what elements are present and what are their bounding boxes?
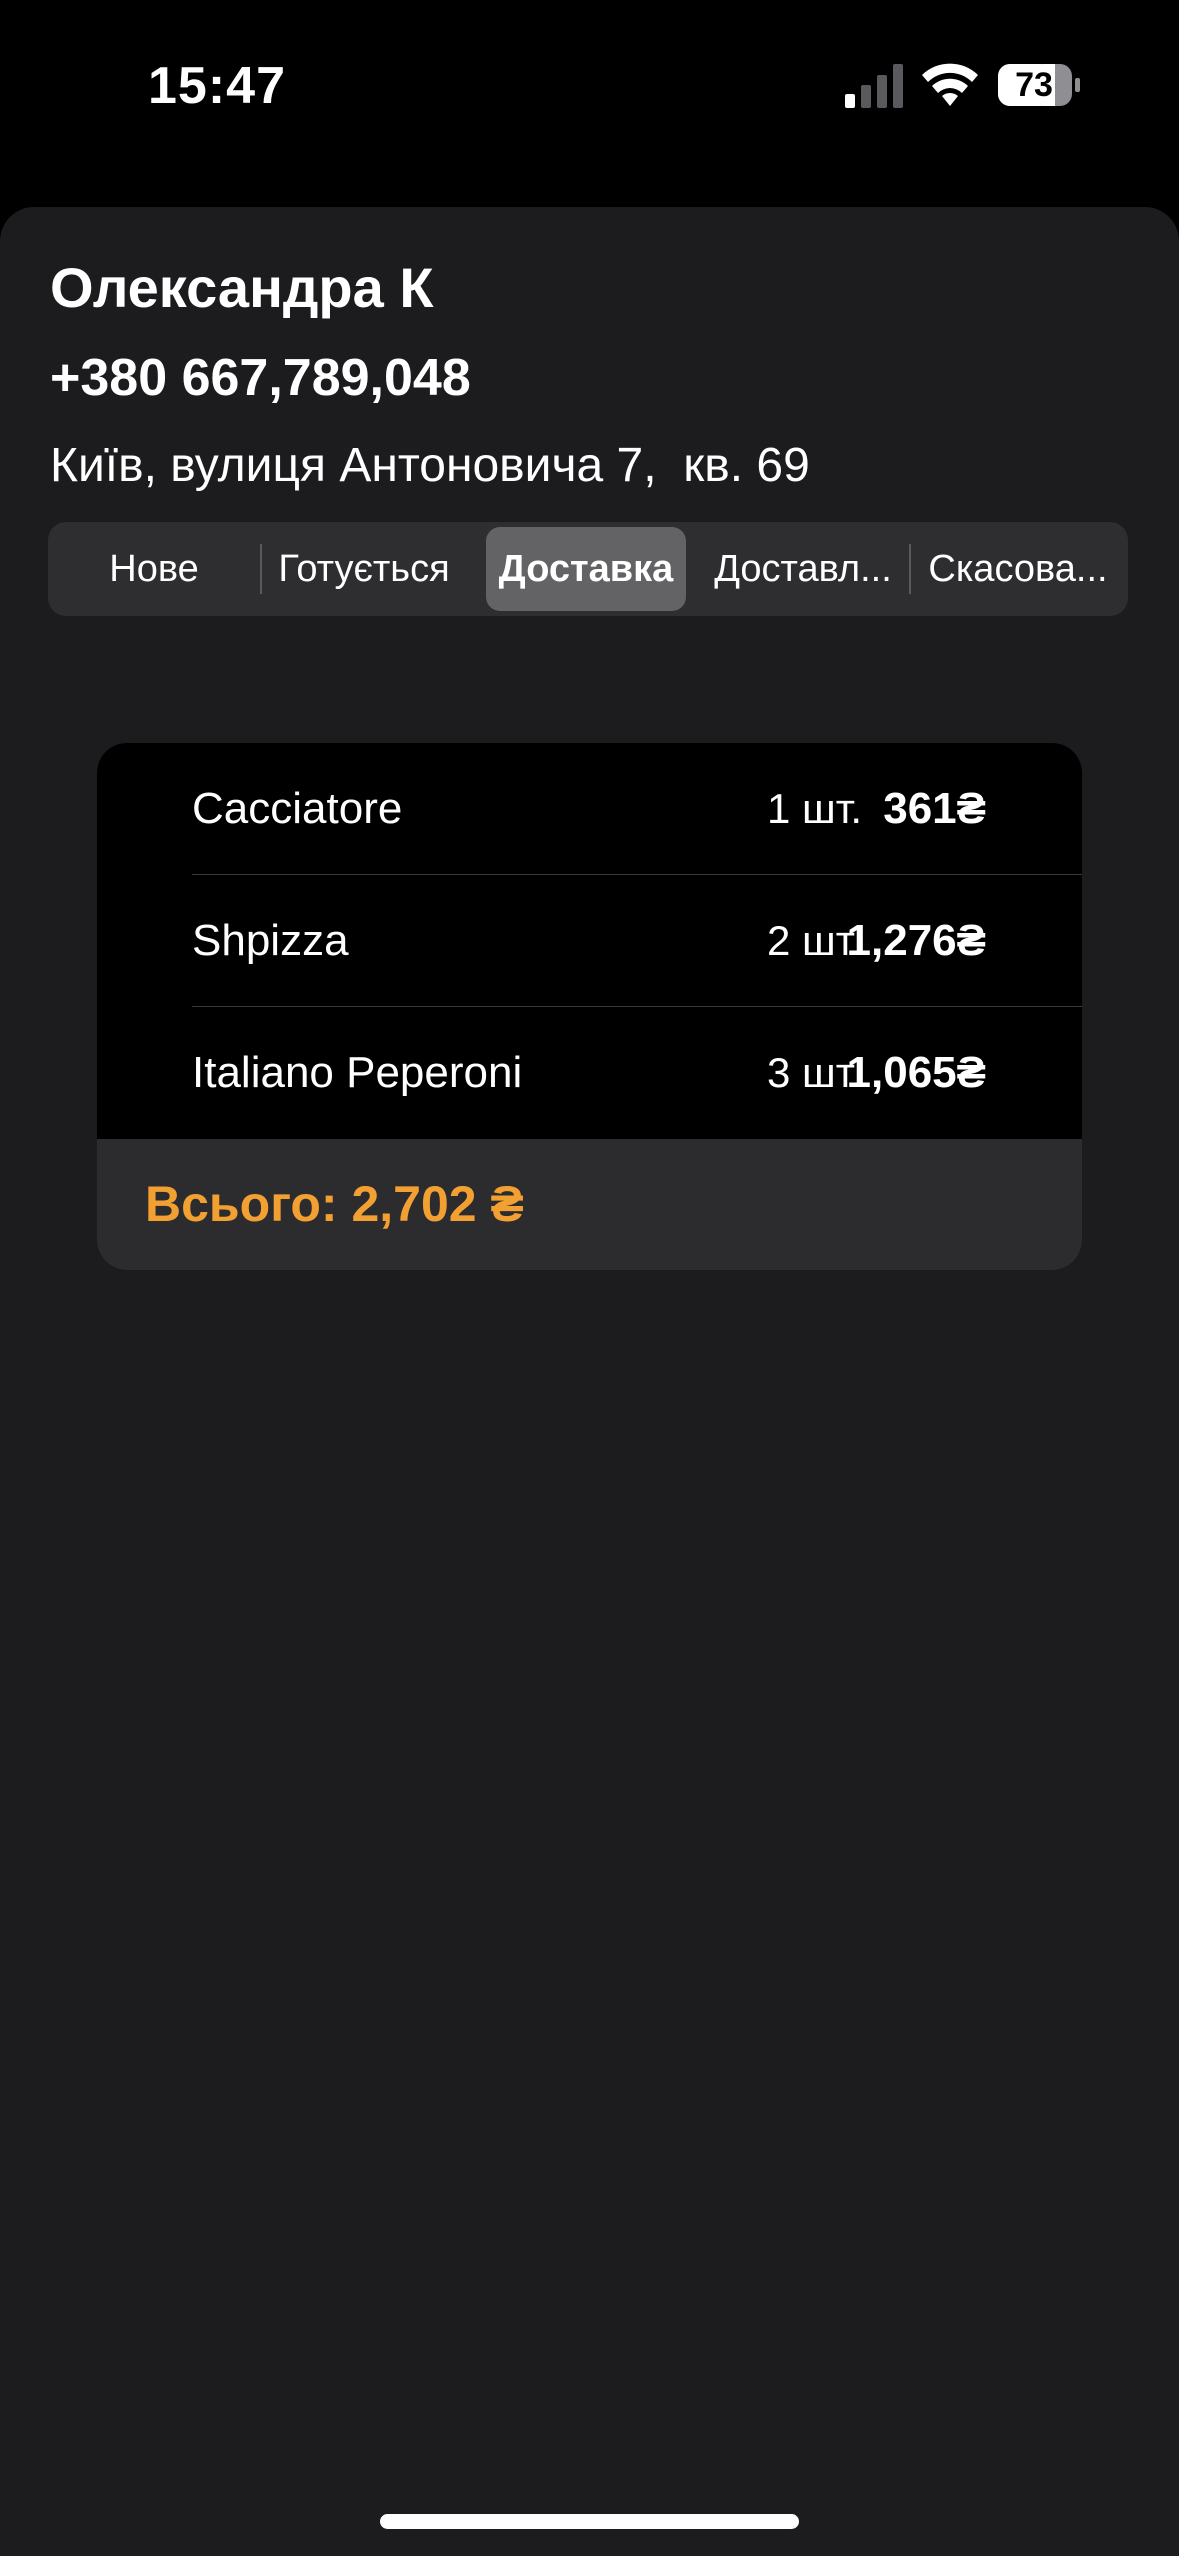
order-items-card: Cacciatore 1 шт. 361₴ Shpizza 2 шт. 1,27… <box>97 743 1082 1270</box>
segment-new[interactable]: Нове <box>56 527 252 611</box>
item-price: 1,065₴ <box>846 1048 986 1097</box>
order-status-segmented-control: Нове Готується Доставка Доставл... Скасо… <box>48 522 1128 616</box>
status-bar: 15:47 73 <box>0 0 1179 200</box>
customer-name: Олександра К <box>50 256 434 319</box>
segment-divider <box>909 544 911 594</box>
order-item-row: Cacciatore 1 шт. 361₴ <box>97 743 1082 875</box>
order-item-row: Shpizza 2 шт. 1,276₴ <box>97 875 1082 1007</box>
item-name: Italiano Peperoni <box>192 1048 523 1097</box>
home-indicator[interactable] <box>380 2514 799 2529</box>
battery-level: 73 <box>1015 66 1053 104</box>
cellular-signal-icon <box>845 64 903 108</box>
customer-phone[interactable]: +380 667,789,048 <box>50 348 471 408</box>
segment-cooking[interactable]: Готується <box>264 527 464 611</box>
item-price: 1,276₴ <box>846 916 986 965</box>
order-item-row: Italiano Peperoni 3 шт. 1,065₴ <box>97 1007 1082 1139</box>
wifi-icon <box>922 63 978 106</box>
segment-delivered[interactable]: Доставл... <box>700 527 906 611</box>
segment-divider <box>260 544 262 594</box>
item-name: Cacciatore <box>192 784 403 833</box>
segment-cancelled[interactable]: Скасова... <box>914 527 1122 611</box>
item-price: 361₴ <box>883 784 986 833</box>
order-total-bar: Всього: 2,702 ₴ <box>97 1139 1082 1270</box>
segment-delivery[interactable]: Доставка <box>486 527 686 611</box>
item-quantity: 1 шт. <box>767 785 862 832</box>
customer-address: Київ, вулиця Антоновича 7, кв. 69 <box>50 439 810 492</box>
status-time: 15:47 <box>148 57 286 115</box>
item-name: Shpizza <box>192 916 349 965</box>
order-total: Всього: 2,702 ₴ <box>145 1176 524 1232</box>
